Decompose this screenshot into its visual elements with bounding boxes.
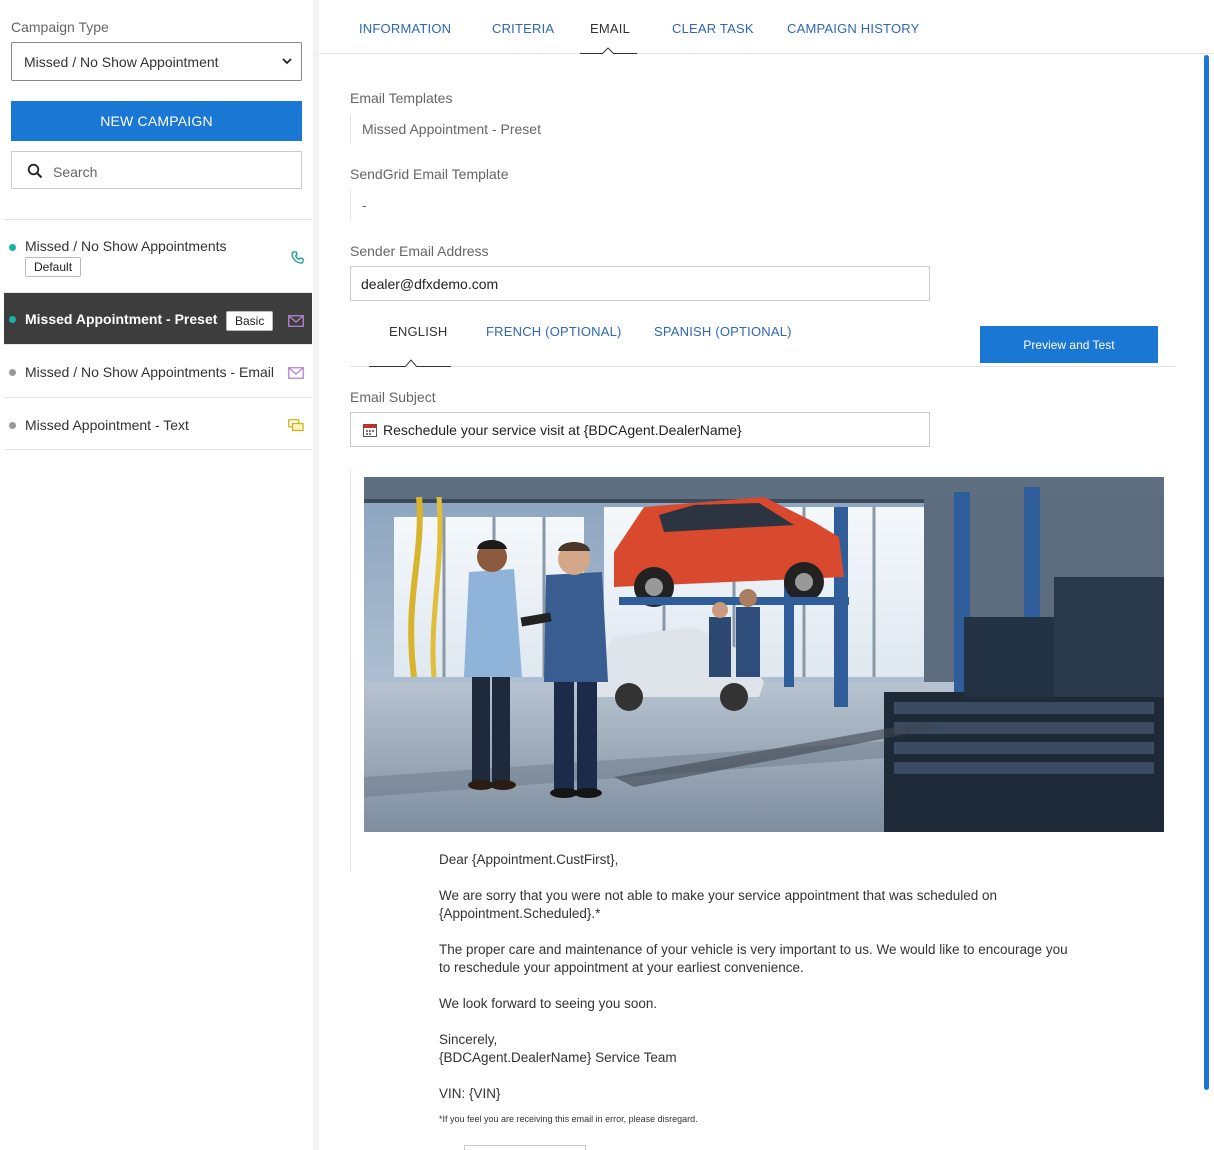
email-paragraph-2: The proper care and maintenance of your … <box>439 941 1099 977</box>
default-badge: Default <box>25 257 82 277</box>
email-footnote: *If you feel you are receiving this emai… <box>439 1114 698 1124</box>
tab-bar: INFORMATION CRITERIA EMAIL CLEAR TASK CA… <box>319 0 1214 54</box>
basic-badge: Basic <box>226 311 274 331</box>
status-dot <box>9 244 16 251</box>
campaign-name: Missed Appointment - Text <box>25 417 189 433</box>
email-sign-team: {BDCAgent.DealerName} Service Team <box>439 1050 677 1065</box>
email-subject-label: Email Subject <box>350 389 436 405</box>
tab-email[interactable]: EMAIL <box>590 21 630 36</box>
sendgrid-template-value: - <box>350 190 367 220</box>
campaign-type-label: Campaign Type <box>11 19 109 35</box>
active-tab-notch <box>602 47 614 54</box>
preview-and-test-button[interactable]: Preview and Test <box>980 326 1158 363</box>
email-templates-label: Email Templates <box>350 90 453 106</box>
scrollbar[interactable] <box>1204 55 1209 1090</box>
email-body-border <box>350 469 351 871</box>
campaign-item-missed-text[interactable]: Missed Appointment - Text <box>4 397 312 450</box>
campaign-name: Missed / No Show Appointments - Email <box>25 364 274 380</box>
new-campaign-button[interactable]: NEW CAMPAIGN <box>11 101 302 141</box>
tab-clear-task[interactable]: CLEAR TASK <box>672 21 754 36</box>
calendar-icon <box>363 424 377 437</box>
search-icon <box>27 163 43 179</box>
search-placeholder: Search <box>53 164 98 180</box>
tab-campaign-history[interactable]: CAMPAIGN HISTORY <box>787 21 920 36</box>
email-paragraph-1: We are sorry that you were not able to m… <box>439 887 1099 923</box>
email-greeting: Dear {Appointment.CustFirst}, <box>439 852 619 867</box>
email-sign-off: Sincerely, <box>439 1032 498 1047</box>
sendgrid-template-label: SendGrid Email Template <box>350 166 509 182</box>
search-input[interactable]: Search <box>11 151 302 189</box>
email-paragraph-2-line-2: to reschedule your appointment at your e… <box>439 960 804 975</box>
campaign-item-missed-no-show[interactable]: Missed / No Show Appointments Default <box>4 219 312 292</box>
email-subject-value: Reschedule your service visit at {BDCAge… <box>383 422 742 438</box>
chat-icon <box>288 419 304 432</box>
campaign-item-missed-preset[interactable]: Missed Appointment - Preset Basic <box>4 292 312 344</box>
email-paragraph-1-line-1: We are sorry that you were not able to m… <box>439 888 998 903</box>
email-paragraph-3: We look forward to seeing you soon. <box>439 996 658 1011</box>
tab-spanish[interactable]: SPANISH (OPTIONAL) <box>654 324 792 339</box>
sender-email-field[interactable]: dealer@dfxdemo.com <box>350 266 930 301</box>
email-subject-field[interactable]: Reschedule your service visit at {BDCAge… <box>350 412 930 447</box>
main-panel: INFORMATION CRITERIA EMAIL CLEAR TASK CA… <box>319 0 1214 1150</box>
campaign-name: Missed / No Show Appointments <box>25 238 227 254</box>
app: Campaign Type Missed / No Show Appointme… <box>0 0 1214 1150</box>
campaign-item-missed-email[interactable]: Missed / No Show Appointments - Email <box>4 344 312 397</box>
mail-icon <box>288 315 304 327</box>
campaign-name: Missed Appointment - Preset <box>25 311 218 327</box>
phone-icon <box>291 251 304 264</box>
chevron-down-icon <box>282 58 292 65</box>
email-body: Dear {Appointment.CustFirst}, We are sor… <box>439 851 1099 1143</box>
campaign-type-value: Missed / No Show Appointment <box>24 54 219 70</box>
tab-criteria[interactable]: CRITERIA <box>492 21 554 36</box>
email-vin: VIN: {VIN} <box>439 1086 501 1101</box>
email-footer-stub <box>464 1145 586 1150</box>
mail-icon <box>288 367 304 379</box>
email-paragraph-1-line-2: {Appointment.Scheduled}.* <box>439 906 601 921</box>
email-signature: Sincerely, {BDCAgent.DealerName} Service… <box>439 1031 1099 1067</box>
status-dot <box>9 369 16 376</box>
tab-french[interactable]: FRENCH (OPTIONAL) <box>486 324 622 339</box>
email-templates-value: Missed Appointment - Preset <box>350 114 541 144</box>
tab-english[interactable]: ENGLISH <box>389 324 447 339</box>
tab-information[interactable]: INFORMATION <box>359 21 451 36</box>
service-garage-image <box>364 477 1164 832</box>
sidebar: Campaign Type Missed / No Show Appointme… <box>0 0 313 1150</box>
campaign-list: Missed / No Show Appointments Default Mi… <box>4 219 312 450</box>
active-language-notch <box>405 359 417 367</box>
status-dot <box>9 422 16 429</box>
campaign-type-select[interactable]: Missed / No Show Appointment <box>11 42 302 81</box>
sender-email-label: Sender Email Address <box>350 243 489 259</box>
status-dot <box>9 316 16 323</box>
email-paragraph-2-line-1: The proper care and maintenance of your … <box>439 942 1068 957</box>
